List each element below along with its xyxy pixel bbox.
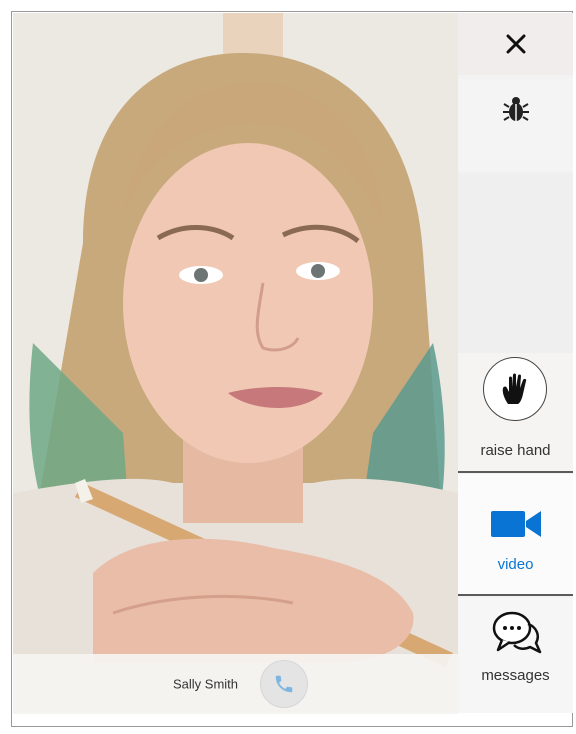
sidebar-spacer	[458, 173, 573, 353]
close-icon	[506, 34, 525, 54]
sidebar-divider	[458, 594, 573, 596]
raise-hand-button[interactable]: raise hand	[458, 353, 573, 471]
sidebar-divider	[458, 471, 573, 473]
video-toggle-button[interactable]: video	[458, 474, 573, 596]
messages-button[interactable]: messages	[458, 598, 573, 713]
remote-video	[13, 13, 458, 713]
messages-label: messages	[481, 667, 550, 684]
raise-hand-label: raise hand	[480, 442, 551, 459]
phone-icon	[275, 675, 293, 693]
report-bug-button[interactable]	[458, 79, 573, 171]
hand-icon-circle	[483, 357, 547, 421]
close-button[interactable]	[458, 13, 573, 75]
chat-bubbles-icon	[492, 611, 542, 654]
video-camera-icon	[491, 511, 541, 537]
caller-bar: Sally Smith	[13, 654, 458, 714]
caller-name: Sally Smith	[173, 676, 239, 692]
hand-icon	[502, 373, 527, 404]
call-sidebar: raise hand video messages	[458, 13, 573, 713]
video-label: video	[497, 556, 534, 573]
participant-video-feed	[13, 13, 458, 713]
bug-icon	[502, 97, 529, 121]
call-button[interactable]	[260, 660, 308, 708]
